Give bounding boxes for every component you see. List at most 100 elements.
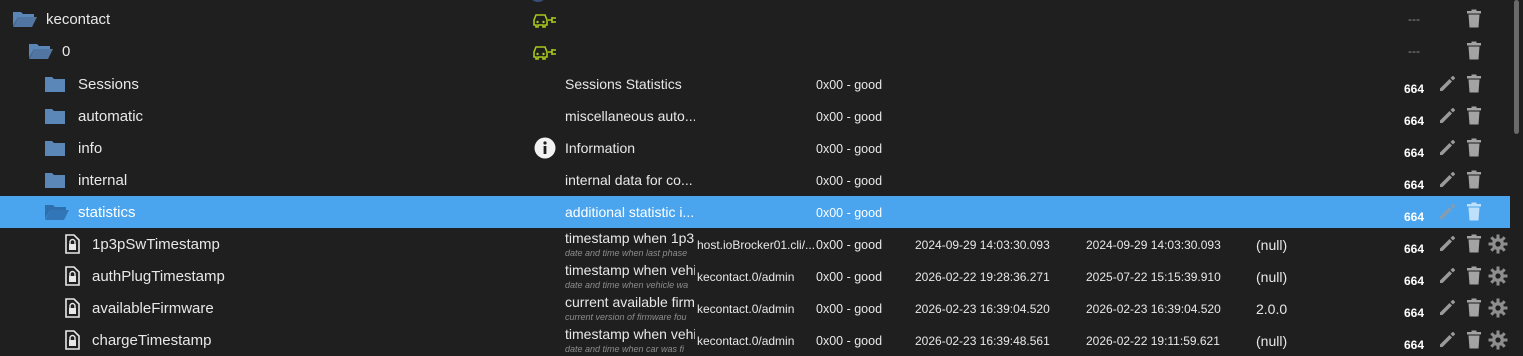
object-name: availableFirmware [92,300,214,317]
object-name: authPlugTimestamp [92,268,225,285]
tree-row[interactable]: automatic miscellaneous auto... 0x00 - goo… [0,100,1510,132]
acl-permissions[interactable]: --- [1408,12,1420,26]
state-from: kecontact.0/admin [697,302,795,316]
settings-icon[interactable] [1488,330,1508,354]
delete-icon[interactable] [1466,41,1482,64]
state-quality: 0x00 - good [816,334,883,348]
tree-row[interactable]: internal internal data for co... 0x00 - go… [0,164,1510,196]
state-file-icon[interactable] [64,330,80,354]
state-quality: 0x00 - good [816,174,883,188]
state-quality: 0x00 - good [816,270,883,284]
folder-icon[interactable] [44,139,66,161]
settings-icon[interactable] [1488,234,1508,258]
folder-icon[interactable] [44,171,66,193]
state-last-change: 2024-09-29 14:03:30.093 [1086,238,1221,252]
delete-icon[interactable] [1466,106,1482,129]
acl-permissions[interactable]: 664 [1404,146,1424,160]
edit-icon[interactable] [1438,107,1456,129]
state-quality: 0x00 - good [816,302,883,316]
state-from: kecontact.0/admin [697,334,795,348]
acl-permissions[interactable]: 664 [1404,114,1424,128]
acl-permissions[interactable]: 664 [1404,306,1424,320]
tree-row[interactable]: 1p3pSwTimestamp timestamp when 1p3 date an… [0,228,1510,260]
state-last-change: 2025-07-22 15:15:39.910 [1086,270,1221,284]
tree-row[interactable]: chargeTimestamp timestamp when vehi date a… [0,324,1510,356]
scrolled-icon-fragment [531,0,545,2]
state-file-icon[interactable] [64,266,80,290]
object-description: current available firm [565,294,695,310]
folder-icon[interactable] [44,75,66,97]
edit-icon[interactable] [1438,75,1456,97]
object-description: timestamp when 1p3 [565,230,695,246]
state-value[interactable]: (null) [1256,333,1287,349]
state-value[interactable]: (null) [1256,269,1287,285]
delete-icon[interactable] [1466,202,1482,225]
edit-icon[interactable] [1438,203,1456,225]
state-file-icon[interactable] [64,298,80,322]
tree-row[interactable]: statistics additional statistic i... 0x00 … [0,196,1510,228]
acl-permissions[interactable]: --- [1408,44,1420,58]
object-name: statistics [78,204,136,221]
state-value[interactable]: (null) [1256,237,1287,253]
delete-icon[interactable] [1466,74,1482,97]
state-last-change: 2026-02-23 16:39:04.520 [1086,302,1221,316]
object-description: internal data for co... [565,172,693,188]
tree-row[interactable]: info Information 0x00 - good 664 [0,132,1510,164]
settings-icon[interactable] [1488,266,1508,290]
tree-row[interactable]: 0 --- [0,35,1510,67]
object-description: miscellaneous auto... [565,108,695,124]
delete-icon[interactable] [1466,9,1482,32]
state-quality: 0x00 - good [816,110,883,124]
object-name: 0 [62,43,71,60]
delete-icon[interactable] [1466,138,1482,161]
state-timestamp: 2026-02-23 16:39:04.520 [915,302,1050,316]
acl-permissions[interactable]: 664 [1404,210,1424,224]
object-name: kecontact [46,11,111,28]
state-from: kecontact.0/admin [697,270,795,284]
tree-row[interactable]: kecontact --- [0,3,1510,35]
tree-row[interactable]: availableFirmware current available firm c… [0,292,1510,324]
state-value[interactable]: 2.0.0 [1256,301,1287,317]
edit-icon[interactable] [1438,299,1456,321]
edit-icon[interactable] [1438,331,1456,353]
tree-row[interactable]: Sessions Sessions Statistics 0x00 - good 66… [0,68,1510,100]
acl-permissions[interactable]: 664 [1404,82,1424,96]
edit-icon[interactable] [1438,139,1456,161]
tree-row[interactable]: authPlugTimestamp timestamp when vehi date… [0,260,1510,292]
folder-icon[interactable] [44,107,66,129]
acl-permissions[interactable]: 664 [1404,178,1424,192]
acl-permissions[interactable]: 664 [1404,242,1424,256]
delete-icon[interactable] [1466,266,1482,289]
object-name: info [78,140,103,157]
object-description: additional statistic i... [565,204,695,220]
acl-permissions[interactable]: 664 [1404,338,1424,352]
object-description: Information [565,140,636,156]
edit-icon[interactable] [1438,235,1456,257]
state-quality: 0x00 - good [816,78,883,92]
acl-permissions[interactable]: 664 [1404,274,1424,288]
delete-icon[interactable] [1466,170,1482,193]
object-description: timestamp when vehi [565,326,695,342]
edit-icon[interactable] [1438,267,1456,289]
delete-icon[interactable] [1466,330,1482,353]
state-quality: 0x00 - good [816,206,883,220]
state-timestamp: 2026-02-23 16:39:48.561 [915,334,1050,348]
object-name: 1p3pSwTimestamp [92,236,220,253]
folder-open-icon[interactable] [44,202,70,226]
object-description: timestamp when vehi [565,262,695,278]
state-from: host.ioBrocker01.cli/... [697,238,815,252]
info-icon [534,137,556,163]
delete-icon[interactable] [1466,234,1482,257]
scrollbar-thumb[interactable] [1514,0,1519,134]
edit-icon[interactable] [1438,171,1456,193]
state-quality: 0x00 - good [816,238,883,252]
settings-icon[interactable] [1488,298,1508,322]
delete-icon[interactable] [1466,298,1482,321]
folder-open-icon[interactable] [12,9,38,33]
object-name: Sessions [78,76,139,93]
object-name: automatic [78,108,144,125]
state-file-icon[interactable] [64,234,80,258]
scrollbar[interactable] [1510,0,1523,355]
state-last-change: 2026-02-22 19:11:59.621 [1086,334,1220,348]
folder-open-icon[interactable] [28,41,54,65]
